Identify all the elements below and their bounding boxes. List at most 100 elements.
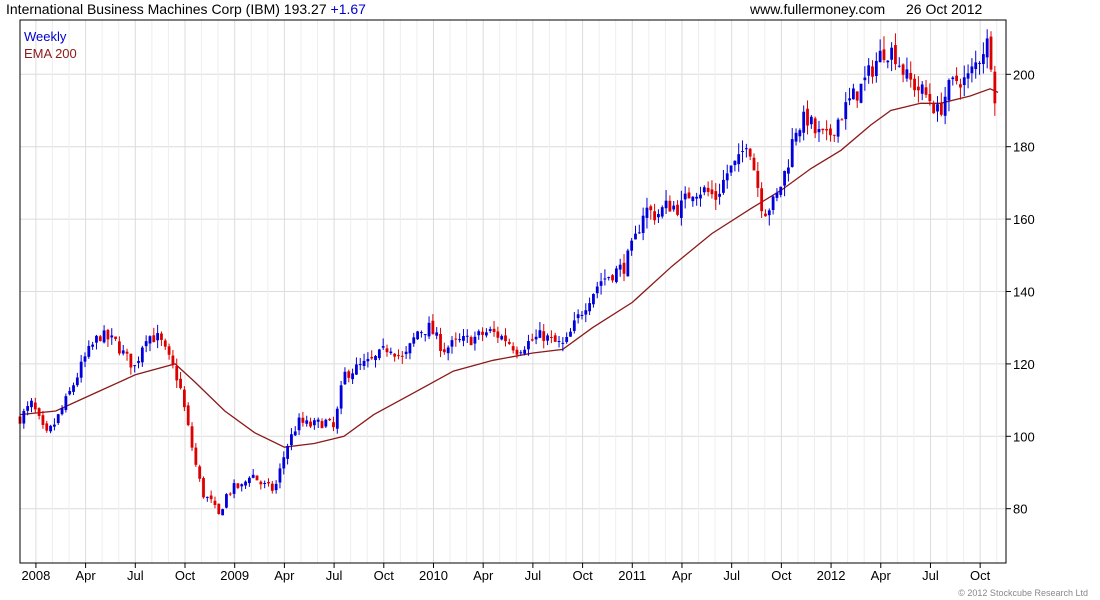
candle-body	[748, 148, 752, 157]
x-tick-label: Oct	[970, 568, 991, 583]
candle-body	[404, 351, 408, 355]
candle-body	[955, 75, 959, 82]
candle-body	[725, 173, 729, 181]
date-label: 26 Oct 2012	[906, 1, 983, 17]
candle-body	[871, 66, 874, 77]
candle-body	[458, 339, 462, 341]
candle-body	[634, 233, 637, 240]
x-tick-label: Apr	[473, 568, 494, 583]
candle-body	[129, 353, 133, 368]
candle-body	[985, 38, 989, 58]
candle-body	[454, 338, 458, 340]
candle-body	[718, 193, 721, 197]
candle-body	[221, 509, 225, 516]
candle-body	[274, 483, 278, 491]
candle-body	[251, 474, 255, 478]
candle-body	[729, 165, 733, 173]
weekly-candle	[660, 205, 664, 219]
x-tick-label: 2009	[220, 568, 249, 583]
candle-body	[867, 65, 871, 76]
stock-price: 193.27	[283, 1, 327, 17]
candle-body	[106, 329, 110, 340]
candle-body	[504, 335, 507, 342]
candle-body	[626, 250, 630, 277]
x-tick-label: Oct	[771, 568, 792, 583]
website-label[interactable]: www.fullermoney.com	[750, 1, 885, 17]
candle-body	[423, 334, 427, 336]
y-tick-label: 80	[1013, 502, 1027, 517]
candle-body	[225, 494, 228, 508]
candle-body	[148, 336, 152, 344]
candle-body	[366, 358, 370, 362]
candle-body	[836, 119, 840, 137]
candle-body	[481, 331, 484, 335]
candle-body	[263, 483, 267, 485]
candle-body	[515, 349, 519, 355]
candle-body	[328, 418, 332, 421]
candle-body	[462, 335, 465, 341]
weekly-candle	[989, 31, 993, 73]
candle-body	[894, 45, 897, 65]
candle-body	[859, 83, 863, 103]
candle-body	[806, 108, 809, 126]
weekly-candle	[859, 83, 863, 104]
candle-body	[488, 329, 492, 331]
candle-body	[91, 344, 95, 347]
candle-body	[79, 361, 83, 378]
candle-body	[649, 206, 653, 211]
x-tick-label: Oct	[374, 568, 395, 583]
candle-body	[653, 211, 656, 221]
candle-body	[293, 431, 297, 436]
candle-body	[33, 402, 37, 410]
candle-body	[962, 77, 966, 86]
candle-body	[339, 385, 343, 409]
candle-body	[817, 128, 821, 133]
candle-body	[683, 193, 687, 200]
candle-body	[993, 71, 997, 104]
candle-body	[527, 341, 530, 350]
candle-body	[664, 200, 668, 209]
candle-body	[756, 170, 760, 188]
candle-body	[217, 503, 221, 514]
x-tick-label: Apr	[672, 568, 693, 583]
candle-body	[790, 139, 794, 167]
candle-body	[523, 349, 527, 354]
candle-body	[190, 426, 194, 448]
candle-body	[863, 77, 867, 81]
candle-body	[439, 333, 442, 351]
candle-body	[702, 187, 706, 193]
candle-body	[56, 414, 60, 424]
candle-body	[572, 320, 576, 331]
candle-body	[393, 353, 397, 357]
candle-body	[465, 335, 469, 337]
x-tick-label: Jul	[525, 568, 542, 583]
candle-body	[970, 66, 974, 74]
candle-body	[741, 151, 744, 153]
candle-body	[156, 333, 160, 341]
candle-body	[802, 111, 806, 133]
candle-body	[588, 303, 592, 312]
candle-body	[576, 314, 580, 319]
weekly-candle	[416, 330, 419, 340]
candle-body	[920, 84, 924, 94]
candle-body	[821, 128, 825, 131]
candle-body	[959, 84, 962, 88]
candle-body	[232, 483, 236, 494]
candle-body	[878, 50, 882, 63]
candle-body	[611, 275, 614, 281]
y-tick-label: 120	[1013, 357, 1035, 372]
x-tick-label: Apr	[274, 568, 295, 583]
candle-body	[431, 320, 435, 335]
legend-ema: EMA 200	[24, 46, 77, 61]
candle-body	[213, 500, 217, 505]
candle-body	[722, 179, 725, 193]
weekly-candle	[221, 508, 225, 516]
candle-body	[511, 346, 515, 351]
candle-body	[152, 335, 156, 343]
candle-body	[397, 355, 400, 357]
candle-body	[75, 377, 79, 386]
candle-body	[244, 481, 247, 486]
candle-body	[347, 371, 351, 378]
candle-body	[186, 405, 190, 426]
candle-body	[442, 349, 446, 353]
